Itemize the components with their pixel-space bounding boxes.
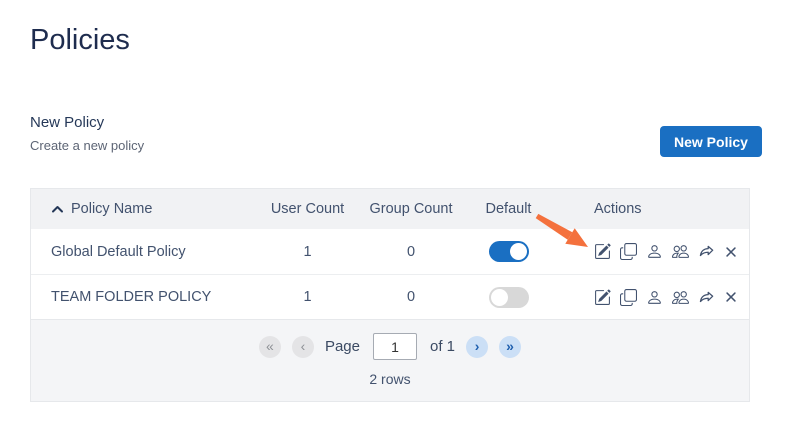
next-page-button[interactable]: ›: [466, 335, 489, 358]
export-icon[interactable]: [698, 243, 715, 260]
column-header-actions: Actions: [594, 201, 642, 217]
first-page-icon: «: [266, 337, 274, 354]
last-page-icon: »: [506, 337, 514, 354]
last-page-button[interactable]: »: [499, 335, 522, 358]
default-toggle[interactable]: [488, 241, 529, 262]
edit-icon[interactable]: [594, 289, 611, 306]
export-icon[interactable]: [698, 289, 715, 306]
edit-icon[interactable]: [594, 243, 611, 260]
delete-icon[interactable]: [724, 245, 738, 259]
group-count-cell: 0: [406, 289, 416, 305]
group-count-cell: 0: [406, 243, 416, 260]
column-header-policy-name[interactable]: Policy Name: [31, 201, 264, 217]
pagination: « ‹ Page of 1 › »: [31, 333, 749, 360]
column-header-group-count[interactable]: Group Count: [351, 201, 471, 217]
table-row: TEAM FOLDER POLICY 1 0: [31, 274, 749, 319]
page-label: Page: [324, 338, 360, 355]
table-header-row: Policy Name User Count Group Count Defau…: [31, 189, 749, 229]
new-policy-section-subtitle: Create a new policy: [30, 138, 145, 153]
page-number-input[interactable]: [373, 333, 417, 360]
next-page-icon: ›: [474, 337, 480, 354]
column-header-user-count[interactable]: User Count: [264, 201, 351, 217]
new-policy-section-title: New Policy: [30, 114, 105, 131]
toggle-knob: [490, 288, 508, 306]
assign-group-icon[interactable]: [672, 289, 689, 306]
policy-name-cell: Global Default Policy: [51, 243, 186, 260]
table-row: Global Default Policy 1 0: [31, 229, 749, 274]
assign-user-icon[interactable]: [646, 243, 663, 260]
sort-ascending-icon: [51, 203, 64, 216]
table-footer: « ‹ Page of 1 › » 2 rows: [31, 319, 749, 401]
user-count-cell: 1: [303, 289, 312, 305]
toggle-knob: [509, 243, 527, 260]
delete-icon[interactable]: [724, 290, 738, 304]
copy-icon[interactable]: [620, 288, 637, 306]
policy-name-cell: TEAM FOLDER POLICY: [51, 289, 212, 305]
default-toggle[interactable]: [488, 286, 529, 308]
prev-page-icon: ‹: [300, 337, 306, 354]
user-count-cell: 1: [303, 243, 312, 260]
copy-icon[interactable]: [620, 243, 637, 260]
assign-user-icon[interactable]: [646, 289, 663, 306]
new-policy-button[interactable]: New Policy: [660, 126, 762, 157]
prev-page-button[interactable]: ‹: [291, 335, 314, 358]
page-of-label: of 1: [430, 338, 456, 355]
column-header-label: Policy Name: [71, 201, 153, 217]
rows-count-label: 2 rows: [369, 371, 411, 387]
assign-group-icon[interactable]: [672, 243, 689, 260]
first-page-button[interactable]: «: [258, 335, 281, 358]
column-header-default[interactable]: Default: [471, 201, 546, 217]
policies-table: Policy Name User Count Group Count Defau…: [30, 188, 750, 402]
page-title: Policies: [30, 24, 130, 56]
